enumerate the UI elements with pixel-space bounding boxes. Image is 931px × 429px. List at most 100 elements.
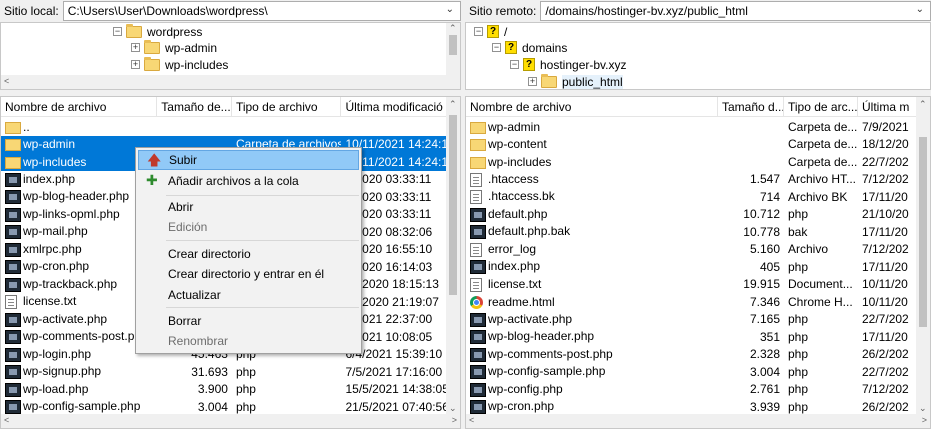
collapse-icon[interactable]: − xyxy=(492,43,501,52)
cell-text: 17/11/20 xyxy=(862,224,908,239)
scrollbar-thumb[interactable] xyxy=(919,137,927,327)
tree-node-wordpress[interactable]: − wordpress xyxy=(113,23,202,40)
menu-item-create-directory-enter[interactable]: Crear directorio y entrar en él xyxy=(138,264,359,284)
tree-node-root[interactable]: − ? / xyxy=(474,23,507,40)
file-row[interactable]: wp-config-sample.php 3.004 php 21/5/2021 07… xyxy=(1,398,446,416)
file-row[interactable]: default.php.bak 10.778 bak 17/11/20 xyxy=(466,223,916,241)
cell-type: php xyxy=(784,365,858,379)
cell-type: php xyxy=(232,400,342,414)
tree-node-public-html[interactable]: + public_html xyxy=(528,73,623,89)
scroll-right-icon[interactable]: > xyxy=(452,415,457,425)
remote-horizontal-scrollbar[interactable]: < > xyxy=(466,414,930,428)
remote-list-header: Nombre de archivo Tamaño d... Tipo de ar… xyxy=(466,97,916,117)
file-row[interactable]: error_log 5.160 Archivo 7/12/202 xyxy=(466,241,916,259)
file-row[interactable]: index.php 405 php 17/11/20 xyxy=(466,258,916,276)
col-filename[interactable]: Nombre de archivo xyxy=(466,97,718,116)
remote-vertical-scrollbar[interactable]: ⌃ ⌄ xyxy=(916,97,930,414)
cell-type: php xyxy=(784,330,858,344)
cell-text: 17/11/20 xyxy=(862,259,908,274)
cell-text: default.php xyxy=(488,206,548,221)
scroll-left-icon[interactable]: < xyxy=(4,76,9,86)
scroll-up-icon[interactable]: ⌃ xyxy=(449,23,457,34)
scroll-up-icon[interactable]: ⌃ xyxy=(919,99,927,110)
scrollbar-thumb[interactable] xyxy=(449,35,457,55)
file-row[interactable]: wp-signup.php 31.693 php 7/5/2021 17:16:00 xyxy=(1,363,446,381)
menu-item-upload[interactable]: 🡅 Subir xyxy=(138,150,359,170)
local-horizontal-scrollbar[interactable]: < > xyxy=(1,414,460,428)
collapse-icon[interactable]: − xyxy=(474,27,483,36)
menu-item-rename[interactable]: Renombrar xyxy=(138,331,359,351)
col-modified[interactable]: Última modificació xyxy=(341,97,446,116)
file-row[interactable]: .. xyxy=(1,118,446,136)
col-type[interactable]: Tipo de arc... xyxy=(784,97,858,116)
col-type[interactable]: Tipo de archivo xyxy=(232,97,342,116)
menu-separator xyxy=(166,195,359,196)
menu-item-edit[interactable]: Edición xyxy=(138,217,359,237)
scroll-down-icon[interactable]: ⌄ xyxy=(449,403,457,414)
document-icon xyxy=(470,242,482,257)
local-path-combobox[interactable]: C:\Users\User\Downloads\wordpress\ ⌄ xyxy=(62,1,461,21)
file-row[interactable]: default.php 10.712 php 21/10/20 xyxy=(466,206,916,224)
file-row[interactable]: license.txt 19.915 Document... 10/11/20 xyxy=(466,276,916,294)
menu-item-delete[interactable]: Borrar xyxy=(138,311,359,331)
scroll-right-icon[interactable]: > xyxy=(922,415,927,425)
cell-mod: 7/5/2021 17:16:00 xyxy=(341,365,446,379)
menu-item-refresh[interactable]: Actualizar xyxy=(138,285,359,305)
cell-text: 2.328 xyxy=(749,347,780,362)
file-row[interactable]: wp-content Carpeta de... 18/12/20 xyxy=(466,136,916,154)
cell-mod: 7/12/202 xyxy=(858,382,916,396)
file-row[interactable]: wp-config-sample.php 3.004 php 22/7/202 xyxy=(466,363,916,381)
file-row[interactable]: wp-cron.php 3.939 php 26/2/202 xyxy=(466,398,916,416)
scroll-down-icon[interactable]: ⌄ xyxy=(919,403,927,414)
menu-item-create-directory[interactable]: Crear directorio xyxy=(138,244,359,264)
local-vertical-scrollbar[interactable]: ⌃ ⌄ xyxy=(446,97,460,414)
tree-node-hostinger[interactable]: − ? hostinger-bv.xyz xyxy=(510,56,626,73)
col-modified[interactable]: Última m xyxy=(858,97,916,116)
file-row[interactable]: wp-blog-header.php 351 php 17/11/20 xyxy=(466,328,916,346)
col-filename[interactable]: Nombre de archivo xyxy=(1,97,158,116)
chevron-down-icon[interactable]: ⌄ xyxy=(916,4,924,15)
expand-icon[interactable]: + xyxy=(131,60,140,69)
scroll-left-icon[interactable]: < xyxy=(4,415,9,425)
scroll-left-icon[interactable]: < xyxy=(469,415,474,425)
cell-size: 7.165 xyxy=(718,312,784,326)
menu-separator xyxy=(166,240,359,241)
remote-path-value: /domains/hostinger-bv.xyz/public_html xyxy=(545,4,748,18)
scrollbar-thumb[interactable] xyxy=(449,115,457,295)
remote-path-combobox[interactable]: /domains/hostinger-bv.xyz/public_html ⌄ xyxy=(540,1,931,21)
tree-node-label: / xyxy=(504,24,508,39)
file-row[interactable]: wp-includes Carpeta de... 22/7/202 xyxy=(466,153,916,171)
tree-node-domains[interactable]: − ? domains xyxy=(492,39,567,56)
file-row[interactable]: readme.html 7.346 Chrome H... 10/11/20 xyxy=(466,293,916,311)
file-row[interactable]: wp-load.php 3.900 php 15/5/2021 14:38:05 xyxy=(1,381,446,399)
tree-horizontal-scrollbar[interactable]: < xyxy=(1,75,460,89)
tree-node-wp-admin[interactable]: + wp-admin xyxy=(131,39,217,56)
col-size[interactable]: Tamaño de... xyxy=(157,97,232,116)
file-row[interactable]: wp-admin Carpeta de... 7/9/2021 xyxy=(466,118,916,136)
menu-item-add-to-queue[interactable]: ✚ Añadir archivos a la cola xyxy=(138,171,359,191)
php-icon xyxy=(470,347,486,362)
expand-icon[interactable]: + xyxy=(131,43,140,52)
cell-name: wp-activate.php xyxy=(466,312,718,327)
file-row[interactable]: wp-comments-post.php 2.328 php 26/2/202 xyxy=(466,346,916,364)
cell-text: php xyxy=(788,312,809,327)
file-row[interactable]: wp-activate.php 7.165 php 22/7/202 xyxy=(466,311,916,329)
menu-item-label: Subir xyxy=(169,153,198,167)
menu-item-open[interactable]: Abrir xyxy=(138,197,359,217)
file-row[interactable]: .htaccess 1.547 Archivo HT... 7/12/202 xyxy=(466,171,916,189)
cell-name: wp-blog-header.php xyxy=(466,329,718,345)
tree-node-wp-includes[interactable]: + wp-includes xyxy=(131,56,228,73)
collapse-icon[interactable]: − xyxy=(113,27,122,36)
chevron-down-icon[interactable]: ⌄ xyxy=(446,4,454,15)
file-row[interactable]: wp-config.php 2.761 php 7/12/202 xyxy=(466,381,916,399)
cell-name: wp-cron.php xyxy=(1,259,157,275)
file-row[interactable]: .htaccess.bk 714 Archivo BK 17/11/20 xyxy=(466,188,916,206)
scroll-up-icon[interactable]: ⌃ xyxy=(449,99,457,110)
cell-text: php xyxy=(788,259,809,274)
cell-text: 21/10/20 xyxy=(862,207,909,222)
col-size[interactable]: Tamaño d... xyxy=(718,97,784,116)
menu-item-label: Crear directorio y entrar en él xyxy=(168,267,325,281)
collapse-icon[interactable]: − xyxy=(510,60,519,69)
cell-text: wp-config.php xyxy=(488,381,563,396)
expand-icon[interactable]: + xyxy=(528,77,537,86)
